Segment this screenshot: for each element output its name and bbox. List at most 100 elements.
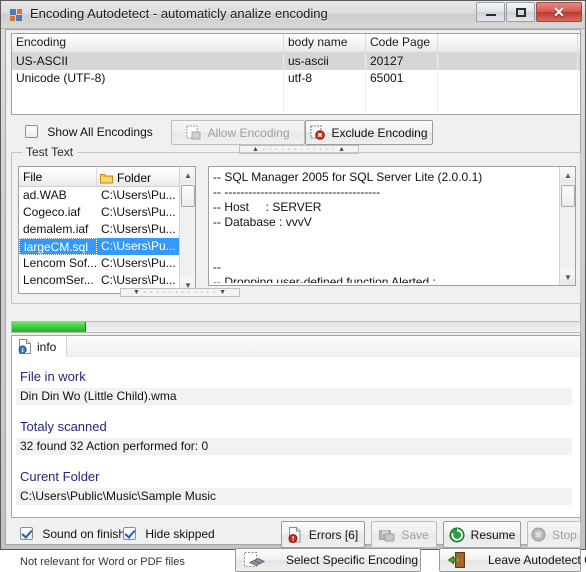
select-specific-encoding-label: Select Specific Encoding <box>286 553 419 567</box>
application-window: Encoding Autodetect - automaticly analiz… <box>0 0 586 572</box>
window-controls: ✕ <box>475 2 582 22</box>
checkbox-box <box>123 527 136 540</box>
test-text-splitter-grip[interactable]: ▼ · · · · · · · · · · · · ▼ <box>120 288 240 297</box>
client-area: Encoding body name Code Page US-ASCII us… <box>5 29 586 572</box>
folder-icon <box>100 172 113 184</box>
cell-code-page: 65001 <box>366 70 438 87</box>
cell-encoding: Unicode (UTF-8) <box>12 70 284 87</box>
sound-on-finish-label: Sound on finish <box>42 527 126 541</box>
cell-file: ad.WAB <box>23 188 67 202</box>
preview-scrollbar[interactable]: ▲ ▼ <box>559 167 575 285</box>
cell-folder: C:\Users\Pu... <box>101 256 176 270</box>
table-row-empty <box>12 87 580 104</box>
column-header-folder-label: Folder <box>117 171 152 185</box>
app-icon <box>9 7 24 22</box>
tab-info-label: info <box>37 339 57 354</box>
file-list-scrollbar[interactable]: ▲ ▼ <box>179 167 195 293</box>
column-header-encoding[interactable]: Encoding <box>12 34 284 52</box>
cell-file: largeCM.sql <box>19 238 97 255</box>
select-encoding-icon <box>244 552 266 568</box>
progress-bar <box>11 321 581 333</box>
list-item[interactable]: Lencom Sof... C:\Users\Pu... <box>19 255 195 272</box>
column-header-body-name[interactable]: body name <box>284 34 366 52</box>
stop-label: Stop <box>552 527 577 542</box>
info-heading-totaly-scanned: Totaly scanned <box>20 419 107 434</box>
title-bar: Encoding Autodetect - automaticly analiz… <box>1 1 585 29</box>
cell-file: LencomSer... <box>23 273 94 287</box>
info-document-icon <box>18 339 32 354</box>
maximize-button[interactable] <box>506 2 535 22</box>
exclude-encoding-button[interactable]: Exclude Encoding <box>305 120 433 145</box>
minimize-icon <box>486 14 496 16</box>
scrollbar-thumb[interactable] <box>561 185 575 207</box>
scroll-up-icon[interactable]: ▲ <box>560 167 575 183</box>
word-pdf-hint: Not relevant for Word or PDF files <box>20 556 185 568</box>
column-header-folder[interactable]: Folder <box>97 167 179 186</box>
column-header-code-page[interactable]: Code Page <box>366 34 438 52</box>
table-row[interactable]: Unicode (UTF-8) utf-8 65001 <box>12 70 580 87</box>
close-icon: ✕ <box>553 4 565 20</box>
sound-on-finish-checkbox[interactable]: Sound on finish <box>20 527 125 541</box>
info-tabstrip: info <box>12 336 580 358</box>
splitter-dots: ▼ · · · · · · · · · · · · ▼ <box>132 289 228 296</box>
allow-encoding-button[interactable]: Allow Encoding <box>171 120 305 145</box>
exit-door-icon <box>448 552 466 568</box>
minimize-button[interactable] <box>476 2 505 22</box>
test-text-group: Test Text File Folder ad.WAB C:\Users\Pu… <box>11 145 581 304</box>
hide-skipped-checkbox[interactable]: Hide skipped <box>123 527 215 541</box>
cell-file: Lencom Sof... <box>23 256 97 270</box>
scroll-up-icon[interactable]: ▲ <box>180 167 195 183</box>
encoding-grid[interactable]: Encoding body name Code Page US-ASCII us… <box>11 33 581 115</box>
errors-label: Errors [6] <box>308 527 359 542</box>
window-title: Encoding Autodetect - automaticly analiz… <box>30 6 328 21</box>
select-specific-encoding-button[interactable]: Select Specific Encoding <box>235 548 421 572</box>
cell-body-name: utf-8 <box>284 70 366 87</box>
allow-encoding-icon <box>186 125 201 140</box>
list-item[interactable]: ad.WAB C:\Users\Pu... <box>19 187 195 204</box>
cell-blank <box>438 53 578 70</box>
info-body: File in work Din Din Wo (Little Child).w… <box>12 357 580 517</box>
resume-button[interactable]: Resume <box>443 521 521 548</box>
cell-code-page: 20127 <box>366 53 438 70</box>
resume-label: Resume <box>470 527 516 542</box>
scrollbar-thumb[interactable] <box>181 185 195 207</box>
save-button[interactable]: Save <box>371 521 437 548</box>
file-list[interactable]: File Folder ad.WAB C:\Users\Pu... Cogeco… <box>18 166 196 294</box>
encoding-actions-row: Show All Encodings Allow Encoding Exclud… <box>11 118 581 154</box>
scroll-down-icon[interactable]: ▼ <box>560 269 575 285</box>
errors-icon <box>288 526 303 543</box>
tab-info[interactable]: info <box>12 336 68 357</box>
save-icon <box>379 528 395 542</box>
cell-folder: C:\Users\Pu... <box>101 273 176 287</box>
maximize-icon <box>516 8 526 17</box>
test-text-group-label: Test Text <box>22 145 78 159</box>
close-button[interactable]: ✕ <box>536 2 582 22</box>
table-row[interactable]: US-ASCII us-ascii 20127 <box>12 53 580 70</box>
preview-text: -- SQL Manager 2005 for SQL Server Lite … <box>213 170 483 283</box>
errors-button[interactable]: Errors [6] <box>281 521 365 548</box>
cell-encoding: US-ASCII <box>12 53 284 70</box>
text-preview[interactable]: -- SQL Manager 2005 for SQL Server Lite … <box>208 166 576 286</box>
info-panel: info File in work Din Din Wo (Little Chi… <box>11 335 581 518</box>
cell-folder: C:\Users\Pu... <box>101 205 176 219</box>
cell-folder: C:\Users\Pu... <box>101 222 176 236</box>
column-header-blank[interactable] <box>438 34 578 52</box>
info-value-curent-folder: C:\Users\Public\Music\Sample Music <box>16 488 572 505</box>
exclude-encoding-label: Exclude Encoding <box>331 125 428 140</box>
cell-body-name: us-ascii <box>284 53 366 70</box>
list-item[interactable]: LencomSer... C:\Users\Pu... <box>19 272 195 289</box>
checkbox-box <box>25 125 38 138</box>
list-item-selected[interactable]: largeCM.sql C:\Users\Pu... <box>19 238 195 255</box>
leave-autodetect-on-label: Leave Autodetect On <box>488 553 586 567</box>
save-label: Save <box>401 527 429 542</box>
encoding-grid-header: Encoding body name Code Page <box>12 34 580 53</box>
cell-folder: C:\Users\Pu... <box>101 239 176 253</box>
stop-button[interactable]: Stop <box>527 521 581 548</box>
cell-blank <box>438 70 578 87</box>
list-item[interactable]: demalem.iaf C:\Users\Pu... <box>19 221 195 238</box>
leave-autodetect-on-button[interactable]: Leave Autodetect On <box>439 548 586 572</box>
progress-bar-fill <box>12 322 86 332</box>
list-item[interactable]: Cogeco.iaf C:\Users\Pu... <box>19 204 195 221</box>
show-all-encodings-checkbox[interactable]: Show All Encodings <box>25 125 153 139</box>
column-header-file[interactable]: File <box>19 167 97 186</box>
